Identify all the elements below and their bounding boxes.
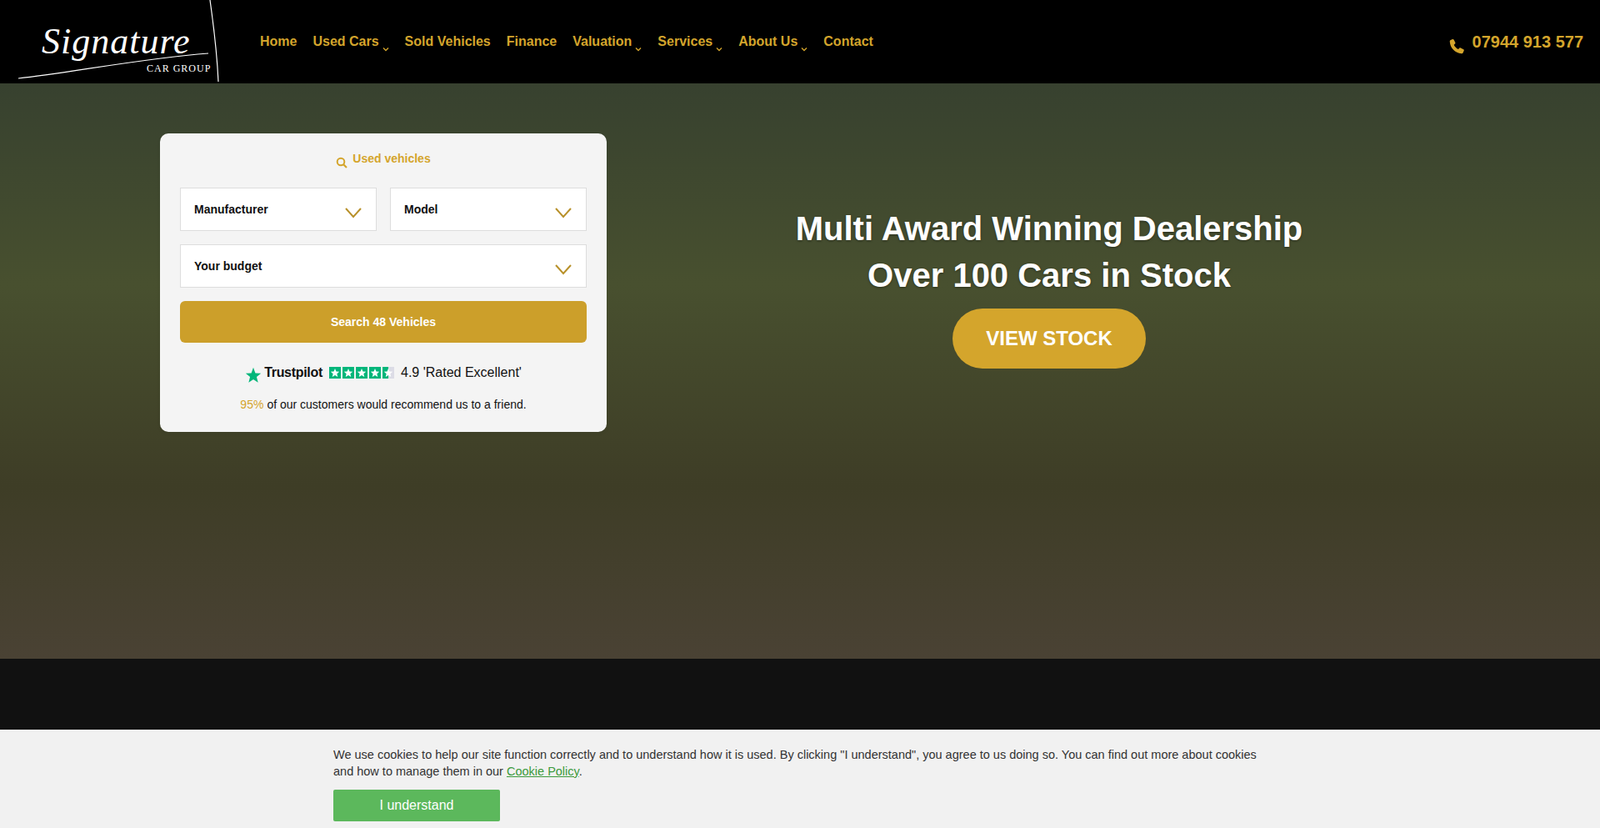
field-col: Manufacturer — [173, 187, 384, 231]
field-col: Your budget — [173, 244, 594, 288]
select-field[interactable]: Manufacturer — [180, 187, 377, 231]
search-tab[interactable]: Used vehicles — [180, 150, 587, 168]
cookie-end: . — [579, 764, 583, 778]
trustpilot-name: Trustpilot — [264, 362, 323, 383]
select-label: Your budget — [194, 257, 262, 275]
cookie-text: We use cookies to help our site function… — [333, 745, 1259, 780]
logo-script: Signature — [41, 23, 190, 60]
hero-content: Multi Award Winning DealershipOver 100 C… — [606, 83, 1600, 659]
rating-text: 4.9 'Rated Excellent' — [400, 362, 522, 383]
nav-link[interactable]: Home — [260, 31, 297, 52]
nav-link[interactable]: Services — [657, 31, 723, 52]
caret-down-icon — [800, 38, 808, 45]
caret-down-icon — [635, 38, 642, 45]
star-icon — [355, 366, 368, 379]
headline-line: Multi Award Winning Dealership — [795, 205, 1304, 252]
nav-label: Sold Vehicles — [405, 31, 491, 52]
nav-link[interactable]: Valuation — [572, 31, 642, 52]
nav-label: Finance — [506, 31, 557, 52]
field-col: Model — [383, 187, 594, 231]
phone-icon — [1447, 32, 1466, 51]
star-icon — [329, 366, 341, 379]
star-icon — [342, 366, 355, 379]
hero-headline: Multi Award Winning DealershipOver 100 C… — [795, 205, 1304, 299]
phone-link[interactable]: 07944 913 577 — [1447, 29, 1584, 55]
button-wrap: Search 48 Vehicles — [180, 300, 587, 343]
nav-label: Contact — [823, 31, 874, 52]
phone-number: 07944 913 577 — [1472, 29, 1584, 55]
headline-line: Over 100 Cars in Stock — [795, 251, 1304, 299]
chevron-down-icon — [554, 260, 573, 272]
cookie-policy-link[interactable]: Cookie Policy — [506, 764, 580, 778]
recommend-note: 95%of our customers would recommend us t… — [180, 395, 587, 414]
chevron-down-icon — [554, 203, 573, 215]
search-fields: Manufacturer Model Your budget — [173, 174, 594, 288]
nav-link[interactable]: Finance — [506, 31, 557, 52]
nav-label: About Us — [738, 31, 798, 52]
trustpilot-rating[interactable]: Trustpilot 4.9 'Rated Excellent' — [180, 362, 587, 383]
chevron-down-icon — [344, 203, 363, 215]
nav-link[interactable]: About Us — [738, 31, 808, 52]
search-icon — [335, 153, 348, 165]
logo[interactable]: Signature CAR GROUP — [16, 0, 235, 84]
nav-link[interactable]: Used Cars — [312, 31, 389, 52]
select-label: Model — [404, 200, 438, 219]
cookie-banner: We use cookies to help our site function… — [0, 729, 1600, 828]
select-field[interactable]: Model — [390, 187, 587, 231]
accept-cookies-button[interactable]: I understand — [333, 789, 500, 821]
nav-label: Used Cars — [312, 31, 379, 52]
star-rating — [329, 366, 395, 379]
dark-band — [0, 658, 1600, 730]
select-label: Manufacturer — [194, 200, 269, 219]
view-stock-button[interactable]: VIEW STOCK — [952, 308, 1146, 369]
nav-label: Services — [657, 31, 713, 52]
nav-label: Valuation — [572, 31, 632, 52]
search-card: Used vehicles Manufacturer Model Your budge… — [160, 133, 607, 432]
logo-sub: CAR GROUP — [146, 63, 211, 74]
caret-down-icon — [382, 38, 390, 45]
nav-link[interactable]: Sold Vehicles — [405, 31, 491, 52]
caret-down-icon — [715, 38, 723, 45]
trustpilot-star-icon — [245, 364, 262, 381]
hero-photo: Used vehicles Manufacturer Model Your budge… — [0, 83, 1600, 659]
cookie-message: We use cookies to help our site function… — [333, 747, 1257, 778]
trustpilot-brand: Trustpilot — [245, 362, 323, 383]
search-button[interactable]: Search 48 Vehicles — [180, 300, 587, 343]
recommend-text: of our customers would recommend us to a… — [266, 397, 526, 411]
main-nav: Home Used Cars Sold Vehicles Finance Valuati… — [260, 31, 874, 52]
select-field[interactable]: Your budget — [180, 244, 587, 288]
nav-link[interactable]: Contact — [823, 31, 874, 52]
search-title: Used vehicles — [352, 150, 430, 168]
site-header: Signature CAR GROUP Home Used Cars Sold Vehi… — [0, 0, 1600, 84]
star-icon — [369, 366, 381, 379]
star-icon — [382, 366, 395, 379]
nav-label: Home — [260, 31, 297, 52]
recommend-percent: 95% — [240, 397, 264, 411]
